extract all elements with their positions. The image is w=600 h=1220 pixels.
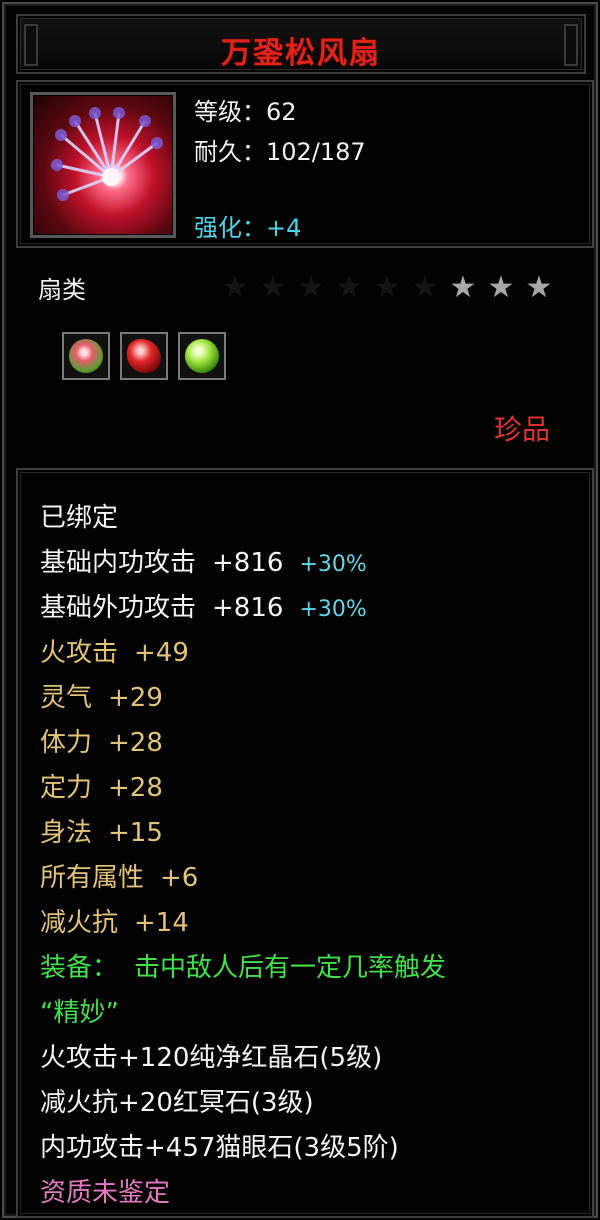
star-icon: ★ xyxy=(411,270,439,305)
title-ornament-right xyxy=(564,24,578,66)
stat-value: +28 xyxy=(108,728,163,758)
star-icon: ★ xyxy=(525,270,553,305)
base-inner-value: +816 xyxy=(212,548,284,578)
base-inner-label: 基础内功攻击 xyxy=(40,548,197,578)
item-stats: 等级：62 耐久：102/187 强化：+4 xyxy=(194,92,366,248)
stat-line: 身法 +15 xyxy=(40,811,446,856)
star-icon: ★ xyxy=(487,270,515,305)
gem-bonus-line: 减火抗+20红冥石(3级) xyxy=(40,1088,314,1118)
stat-label: 定力 xyxy=(40,773,93,803)
title-bar: 万銎松风扇 xyxy=(16,14,586,74)
stat-line: 所有属性 +6 xyxy=(40,856,446,901)
stat-line: 减火抗 +14 xyxy=(40,901,446,946)
attribute-list: 已绑定 基础内功攻击 +816 +30% 基础外功攻击 +816 +30% 火攻击 +49… xyxy=(40,496,446,1216)
equip-effect-text: 击中敌人后有一定几率触发 xyxy=(134,953,447,983)
base-outer-value: +816 xyxy=(212,593,284,623)
base-inner-attack: 基础内功攻击 +816 +30% xyxy=(40,541,446,586)
enhance-label: 强化 xyxy=(194,214,242,242)
cat-eye-gem-icon xyxy=(69,339,103,373)
enhance-row: 强化：+4 xyxy=(194,208,366,248)
enhance-separator: ： xyxy=(242,214,266,242)
durability-separator: ： xyxy=(242,138,266,166)
equip-effect: 装备： 击中敌人后有一定几率触发 xyxy=(40,946,446,991)
stat-value: +15 xyxy=(108,818,163,848)
star-icon: ★ xyxy=(335,270,363,305)
durability-label: 耐久 xyxy=(194,138,242,166)
stat-value: +6 xyxy=(160,863,199,893)
bound-status: 已绑定 xyxy=(40,503,119,533)
red-crystal-gem-icon xyxy=(127,339,161,373)
level-separator: ： xyxy=(242,98,266,126)
stat-line: 火攻击 +49 xyxy=(40,631,446,676)
star-icon: ★ xyxy=(259,270,287,305)
base-outer-label: 基础外功攻击 xyxy=(40,593,197,623)
enhance-value: +4 xyxy=(266,214,302,242)
base-inner-bonus: +30% xyxy=(299,552,367,577)
fan-weapon-icon xyxy=(30,92,176,238)
stat-line: 定力 +28 xyxy=(40,766,446,811)
stat-label: 火攻击 xyxy=(40,638,119,668)
stat-value: +28 xyxy=(108,773,163,803)
star-icon: ★ xyxy=(449,270,477,305)
stat-value: +14 xyxy=(134,908,189,938)
gem-bonus-line: 火攻击+120纯净红晶石(5级) xyxy=(40,1043,383,1073)
gem-slot-3[interactable] xyxy=(178,332,226,380)
stat-line: 灵气 +29 xyxy=(40,676,446,721)
item-title: 万銎松风扇 xyxy=(221,36,381,71)
gem-slot-1[interactable] xyxy=(62,332,110,380)
star-icon: ★ xyxy=(221,270,249,305)
stat-label: 体力 xyxy=(40,728,93,758)
stat-label: 灵气 xyxy=(40,683,93,713)
attributes-panel: 已绑定 基础内功攻击 +816 +30% 基础外功攻击 +816 +30% 火攻击 +49… xyxy=(16,468,594,1218)
item-category: 扇类 xyxy=(38,276,86,304)
stat-value: +29 xyxy=(108,683,163,713)
durability-row: 耐久：102/187 xyxy=(194,132,366,172)
base-outer-attack: 基础外功攻击 +816 +30% xyxy=(40,586,446,631)
gem-slot-2[interactable] xyxy=(120,332,168,380)
level-value: 62 xyxy=(266,98,297,126)
stat-value: +49 xyxy=(134,638,189,668)
item-tooltip-window: 万銎松风扇 等级：62 耐久：102/187 强化：+4 扇类 ★ ★ ★ ★ … xyxy=(2,2,598,1218)
green-gem-icon xyxy=(185,339,219,373)
level-label: 等级 xyxy=(194,98,242,126)
quality-status: 资质未鉴定 xyxy=(40,1178,171,1208)
stat-line: 体力 +28 xyxy=(40,721,446,766)
gem-slots xyxy=(62,332,226,380)
durability-value: 102/187 xyxy=(266,138,366,166)
star-icon: ★ xyxy=(373,270,401,305)
item-header-panel: 等级：62 耐久：102/187 强化：+4 xyxy=(16,80,594,248)
equip-effect-name: “精妙” xyxy=(40,998,119,1028)
level-row: 等级：62 xyxy=(194,92,366,132)
stat-label: 身法 xyxy=(40,818,93,848)
stat-label: 减火抗 xyxy=(40,908,119,938)
gem-bonus-line: 内功攻击+457猫眼石(3级5阶) xyxy=(40,1133,399,1163)
stat-label: 所有属性 xyxy=(40,863,145,893)
rarity-label: 珍品 xyxy=(493,413,550,446)
equip-label: 装备： xyxy=(40,953,119,983)
star-icon: ★ xyxy=(297,270,325,305)
star-rating: ★ ★ ★ ★ ★ ★ ★ ★ ★ xyxy=(216,270,558,306)
base-outer-bonus: +30% xyxy=(299,597,367,622)
